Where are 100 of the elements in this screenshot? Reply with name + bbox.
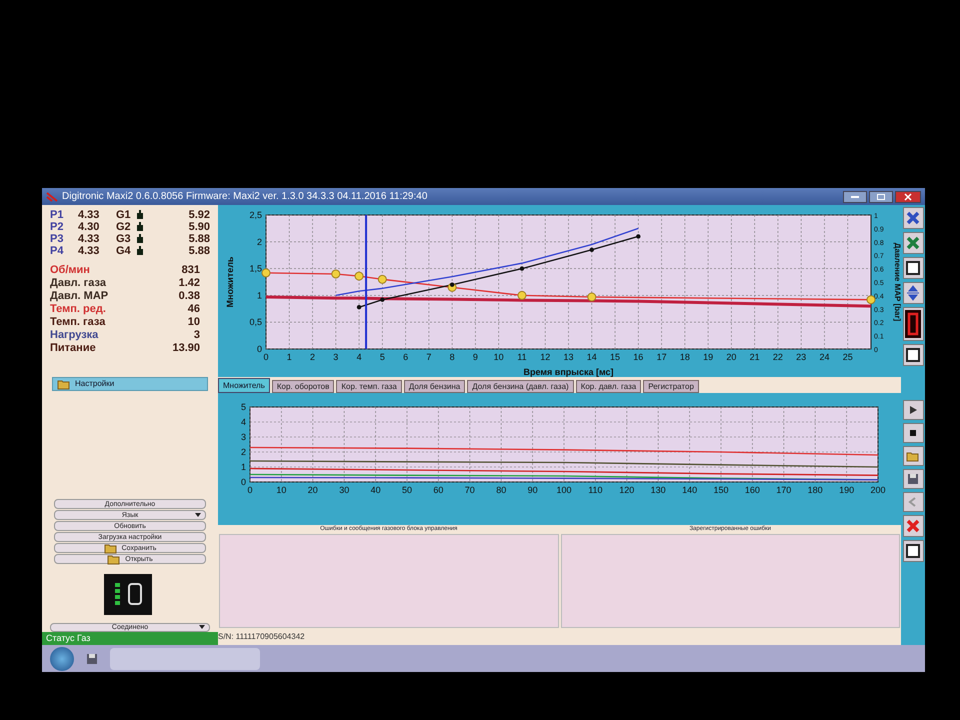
gas-injector-value: 5.92 [188, 208, 210, 222]
close-icon [904, 192, 912, 200]
x-tick-label: 13 [564, 352, 574, 362]
digit-display-button[interactable] [902, 307, 924, 341]
y-tick-label: 1 [240, 462, 246, 472]
x-tick-label: 30 [339, 485, 350, 496]
chart-tab[interactable]: Кор. давл. газа [576, 380, 642, 394]
arrows-button[interactable] [902, 282, 924, 304]
reading-label: Темп. ред. [50, 302, 106, 317]
reading-label: Давл. газа [50, 276, 106, 291]
injector-value: 4.30 [78, 220, 100, 234]
close-icon [905, 210, 921, 226]
x-tick-label: 14 [586, 352, 597, 362]
injector-value: 4.33 [78, 232, 100, 246]
reading-value: 46 [188, 302, 201, 317]
data-point[interactable] [866, 295, 876, 304]
x-tick-label: 2 [310, 352, 316, 362]
injector-label: P3 [50, 232, 64, 246]
x-tick-label: 0 [264, 352, 268, 362]
folder-button[interactable] [902, 446, 924, 466]
y-tick-label: 0 [240, 477, 246, 488]
chart-tab[interactable]: Кор. оборотов [272, 380, 334, 394]
reading-value: 3 [194, 328, 201, 343]
x-tick-label: 100 [556, 485, 572, 496]
x-tick-label: 90 [528, 485, 538, 496]
status-label: Статус Газ [42, 632, 218, 645]
gas-injector-value: 5.90 [188, 220, 210, 234]
x-tick-label: 10 [276, 485, 286, 496]
chart-tab[interactable]: Доля бензина [404, 380, 466, 394]
y-tick-label: 4 [240, 417, 246, 428]
x-tick-label: 80 [496, 485, 506, 496]
x-tick-label: 1 [286, 352, 292, 362]
x-tick-label: 60 [433, 485, 444, 496]
minimize-icon [851, 196, 859, 198]
x-tick-label: 20 [726, 352, 736, 362]
y-tick-label: 2 [240, 447, 246, 458]
minimize-button[interactable] [843, 190, 867, 202]
x-tick-label: 160 [744, 485, 760, 496]
data-point [636, 234, 640, 239]
x-tick-label: 170 [776, 485, 792, 496]
square-button[interactable] [902, 344, 924, 366]
gas-injector-label: G3 [116, 232, 132, 246]
x-tick-label: 19 [703, 352, 714, 362]
x-tick-label: 21 [750, 352, 760, 362]
chart-tab[interactable]: Регистратор [643, 380, 699, 394]
save-icon [907, 473, 919, 485]
start-button[interactable] [50, 646, 74, 670]
reading-value: 13.90 [172, 341, 201, 356]
x-tick-label: 200 [870, 485, 886, 496]
y-tick-label: 0,5 [249, 317, 262, 328]
chart-tab[interactable]: Доля бензина (давл. газа) [467, 380, 574, 394]
x-tick-label: 16 [633, 352, 644, 362]
square-button[interactable] [902, 540, 924, 562]
injector-value: 4.33 [78, 244, 100, 259]
maximize-button[interactable] [869, 190, 893, 202]
square-icon [905, 543, 921, 559]
x-icon [905, 235, 921, 251]
x-tick-label: 24 [819, 352, 830, 362]
reading-label: Об/мин [50, 263, 90, 278]
gas-injector-value: 5.88 [188, 232, 210, 246]
app-logo-icon [46, 190, 58, 202]
caret-icon [195, 513, 201, 517]
y-tick-label: 1 [256, 290, 262, 300]
square-button[interactable] [902, 257, 924, 279]
x-tick-label: 5 [380, 352, 385, 362]
cursor-line[interactable] [365, 215, 368, 349]
chart-tab[interactable]: Множитель [218, 378, 270, 394]
save-icon[interactable] [86, 652, 98, 664]
settings-header[interactable]: Настройки [52, 377, 208, 391]
chart-tab[interactable]: Кор. темп. газа [336, 380, 402, 394]
y-tick-label: 5 [240, 402, 246, 412]
injector-label: P2 [50, 220, 64, 234]
x-tick-label: 4 [356, 352, 362, 362]
serial-number: S/N: 1111170905604342 [218, 630, 306, 643]
settings-label: Настройки [75, 378, 114, 390]
data-point [356, 305, 362, 310]
data-point [520, 266, 524, 271]
back-button[interactable] [902, 492, 924, 512]
y-axis-title: Множитель [225, 256, 235, 308]
play-icon [907, 404, 919, 416]
play-button[interactable] [902, 400, 924, 420]
x-tick-label: 22 [772, 352, 783, 362]
reading-label: Нагрузка [50, 328, 98, 343]
stop-button[interactable] [902, 423, 924, 443]
save-button[interactable] [902, 469, 924, 489]
close-button[interactable] [902, 207, 924, 229]
x-tick-label: 18 [680, 352, 690, 362]
x-axis-title: Время впрыска [мс] [524, 367, 614, 377]
data-point [590, 248, 594, 252]
arrows-icon [905, 285, 921, 301]
reading-label: Темп. газа [50, 315, 106, 330]
x-tick-label: 6 [403, 352, 408, 362]
injector-icon [136, 246, 144, 256]
x-tick-label: 3 [333, 352, 338, 362]
reading-label: Питание [50, 341, 96, 356]
close-button[interactable] [895, 190, 921, 202]
x-tick-label: 15 [610, 352, 620, 362]
x-tick-label: 7 [426, 352, 432, 362]
gas-injector-label: G1 [116, 208, 132, 222]
square-icon [905, 347, 921, 363]
